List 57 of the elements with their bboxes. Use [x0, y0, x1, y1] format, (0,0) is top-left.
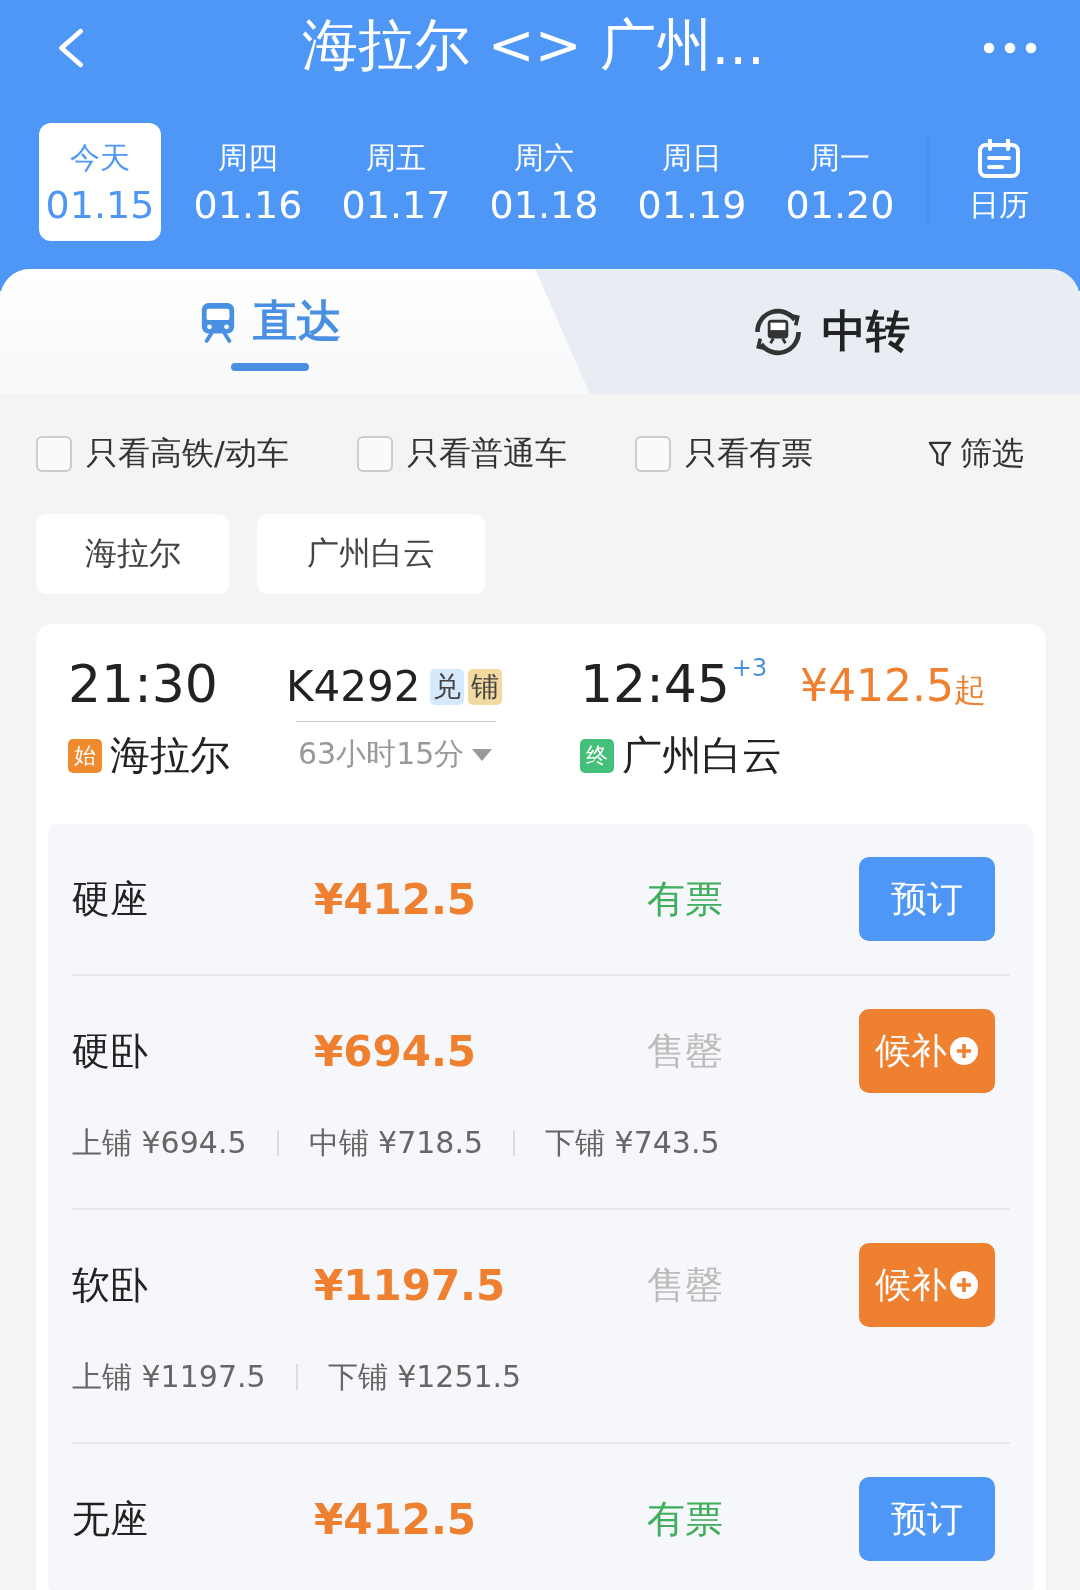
departure-station: 海拉尔 — [110, 731, 230, 780]
route-tab[interactable]: 直达 — [0, 269, 590, 394]
start-tag: 始 — [68, 738, 102, 773]
ticket-status: 售罄 — [647, 1261, 724, 1309]
filter-checkbox[interactable]: 只看高铁/动车 — [36, 432, 289, 476]
seat-type: 无座 — [72, 1495, 149, 1543]
departure-time: 21:30 — [68, 654, 218, 714]
funnel-icon — [928, 439, 952, 469]
seat-type: 硬卧 — [72, 1027, 149, 1075]
caret-icon — [472, 748, 493, 761]
price-suffix: 起 — [953, 670, 986, 711]
date-tab[interactable]: 周日 01.19 — [631, 123, 753, 241]
calendar-button[interactable]: 日历 — [927, 138, 1029, 226]
seat-price: ¥694.5 — [314, 1026, 478, 1076]
calendar-icon — [977, 138, 1021, 179]
plus-icon — [949, 1270, 979, 1300]
checkbox[interactable] — [356, 436, 393, 472]
waitlist-button[interactable]: 候补 — [859, 1243, 995, 1327]
berth-price: 上铺 ¥1197.5 — [72, 1357, 266, 1396]
ticket-status: 有票 — [647, 875, 724, 923]
page-title: 海拉尔 <> 广州... — [301, 10, 766, 79]
train-number: K4292 — [286, 662, 421, 711]
date-tab[interactable]: 周五 01.17 — [335, 123, 457, 241]
date-tab[interactable]: 周六 01.18 — [483, 123, 605, 241]
station-chip[interactable]: 海拉尔 — [36, 514, 229, 594]
seat-price: ¥412.5 — [314, 1494, 478, 1544]
book-button[interactable]: 预订 — [859, 1477, 995, 1561]
ticket-status: 售罄 — [647, 1027, 724, 1075]
end-tag: 终 — [580, 738, 614, 773]
seat-price: ¥412.5 — [314, 874, 478, 924]
seat-price: ¥1197.5 — [314, 1260, 507, 1310]
berth-price: 中铺 ¥718.5 — [308, 1123, 484, 1162]
checkbox[interactable] — [36, 436, 72, 472]
filter-checkbox[interactable]: 只看普通车 — [356, 432, 567, 476]
date-tab[interactable]: 今天 01.15 — [39, 123, 161, 241]
arrival-time: 12:45 — [580, 654, 730, 714]
plus-icon — [949, 1036, 979, 1066]
berth-price: 下铺 ¥1251.5 — [327, 1357, 522, 1396]
waitlist-button[interactable]: 候补 — [859, 1009, 995, 1093]
station-chip[interactable]: 广州白云 — [257, 514, 485, 594]
filter-checkbox[interactable]: 只看有票 — [634, 432, 813, 476]
date-tab[interactable]: 周一 01.20 — [779, 123, 901, 241]
ticket-status: 有票 — [647, 1495, 724, 1543]
train-badge: 兑 — [430, 668, 465, 705]
book-button[interactable]: 预订 — [859, 857, 995, 941]
berth-price: 下铺 ¥743.5 — [545, 1123, 720, 1162]
arrival-station: 广州白云 — [622, 731, 782, 780]
seat-type: 软卧 — [72, 1261, 149, 1309]
duration-toggle[interactable]: 63小时15分 — [298, 734, 493, 775]
filter-button[interactable]: 筛选 — [928, 432, 1024, 476]
checkbox[interactable] — [634, 436, 671, 472]
date-tab[interactable]: 周四 01.16 — [187, 123, 309, 241]
seat-type: 硬座 — [72, 875, 149, 923]
day-offset: +3 — [731, 654, 768, 682]
berth-price: 上铺 ¥694.5 — [72, 1123, 247, 1162]
train-badge: 铺 — [468, 668, 503, 705]
lowest-price: ¥412.5 — [800, 660, 954, 711]
